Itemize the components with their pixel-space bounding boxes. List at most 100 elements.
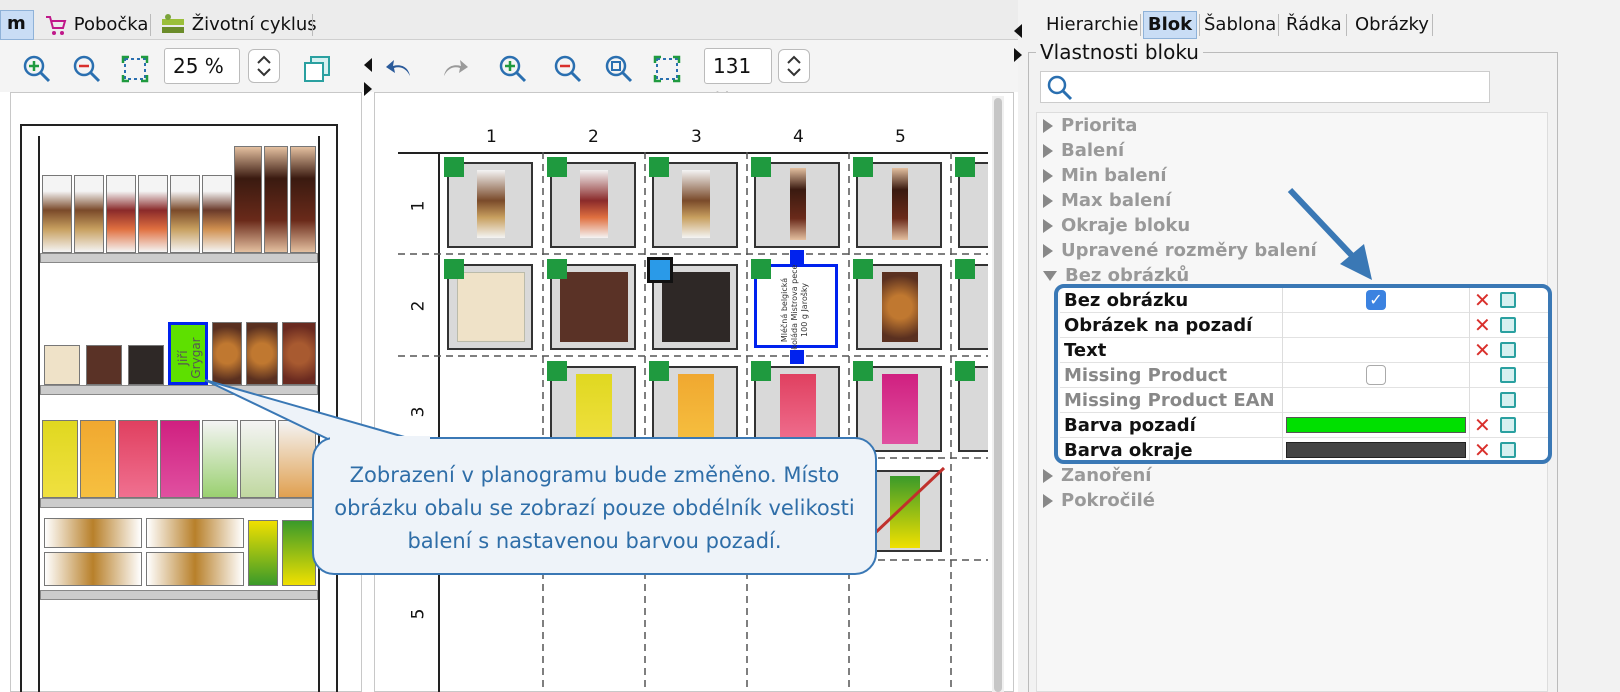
vertical-scrollbar[interactable]	[992, 96, 1004, 692]
selected-block-marker[interactable]	[647, 257, 673, 283]
basket-icon	[46, 16, 67, 35]
product-image[interactable]	[44, 518, 142, 548]
block-marker[interactable]	[444, 157, 464, 177]
block-marker[interactable]	[547, 259, 567, 279]
zoom-out-icon[interactable]	[72, 54, 102, 84]
annotation-arrow	[1287, 187, 1372, 280]
column-number: 3	[691, 127, 702, 147]
product-image[interactable]	[80, 420, 116, 498]
shelf	[40, 590, 318, 600]
group-priorita[interactable]: Priorita	[1043, 113, 1137, 138]
block-marker[interactable]	[751, 157, 771, 177]
center-fit-icon[interactable]	[652, 54, 682, 84]
top-tab-bar	[0, 0, 1035, 40]
block-marker[interactable]	[547, 361, 567, 381]
stepper-arrows-icon	[257, 55, 271, 77]
product-image[interactable]	[146, 552, 244, 586]
product-image[interactable]	[42, 420, 78, 498]
search-icon	[1047, 75, 1073, 101]
group-okraje-bloku[interactable]: Okraje bloku	[1043, 213, 1190, 238]
tab-sablona[interactable]: Šablona	[1204, 12, 1276, 38]
center-zoom-field[interactable]: 131 %	[704, 48, 772, 112]
product-image[interactable]	[146, 518, 244, 548]
group-zanoreni[interactable]: Zanoření	[1043, 463, 1151, 488]
product-image[interactable]	[234, 146, 262, 253]
expand-right-arrow-icon[interactable]	[1014, 48, 1022, 62]
stepper-arrows-icon	[787, 55, 801, 77]
missing-product-strike-icon	[872, 466, 946, 536]
tab-radka[interactable]: Řádka	[1286, 12, 1342, 38]
tab-blok[interactable]: Blok	[1143, 11, 1197, 39]
expand-triangle-icon	[1043, 194, 1053, 208]
block-marker[interactable]	[853, 157, 873, 177]
expand-triangle-icon	[1043, 494, 1053, 508]
center-zoom-out-icon[interactable]	[553, 54, 583, 84]
product-image[interactable]	[160, 420, 200, 498]
expand-triangle-icon	[1043, 144, 1053, 158]
block-marker[interactable]	[853, 259, 873, 279]
block-marker[interactable]	[751, 259, 771, 279]
product-image[interactable]	[138, 175, 168, 253]
copy-layout-icon[interactable]	[302, 54, 332, 84]
block-marker[interactable]	[649, 361, 669, 381]
product-image[interactable]	[44, 345, 80, 385]
group-upravene-rozmery[interactable]: Upravené rozměry balení	[1043, 238, 1317, 263]
product-image[interactable]	[248, 520, 278, 586]
product-image[interactable]	[42, 175, 72, 253]
tab-m[interactable]: m	[0, 10, 34, 40]
undo-icon[interactable]	[384, 54, 414, 84]
expand-triangle-icon	[1043, 169, 1053, 183]
shelf	[40, 498, 318, 508]
product-image[interactable]	[282, 520, 316, 586]
resize-handle-bottom[interactable]	[790, 350, 804, 364]
product-image[interactable]	[128, 345, 164, 385]
block-marker[interactable]	[955, 259, 975, 279]
group-min-baleni[interactable]: Min balení	[1043, 163, 1167, 188]
block-marker[interactable]	[444, 259, 464, 279]
product-image[interactable]	[170, 175, 200, 253]
block-marker[interactable]	[955, 361, 975, 381]
zoom-actual-icon[interactable]	[604, 54, 634, 84]
shelf	[40, 253, 318, 263]
center-zoom-in-icon[interactable]	[498, 54, 528, 84]
info-callout: Zobrazení v planogramu bude změněno. Mís…	[312, 437, 877, 575]
product-image[interactable]	[264, 146, 288, 253]
redo-icon[interactable]	[440, 54, 470, 84]
product-image[interactable]	[44, 552, 142, 586]
group-max-baleni[interactable]: Max balení	[1043, 188, 1171, 213]
column-number: 1	[486, 127, 497, 147]
collapse-right-arrow-icon[interactable]	[1014, 24, 1022, 38]
product-image[interactable]	[74, 175, 104, 253]
expand-triangle-icon	[1043, 119, 1053, 133]
tab-pobocka[interactable]: Pobočka	[44, 12, 148, 38]
tab-zivotni-cyklus[interactable]: Životní cyklus	[160, 12, 317, 38]
expand-left-arrow-icon[interactable]	[364, 82, 372, 96]
block-marker[interactable]	[649, 157, 669, 177]
product-image[interactable]	[86, 345, 122, 385]
group-baleni[interactable]: Balení	[1043, 138, 1124, 163]
lifecycle-icon	[162, 14, 184, 33]
block-marker[interactable]	[547, 157, 567, 177]
zoom-in-icon[interactable]	[22, 54, 52, 84]
expand-triangle-icon	[1043, 219, 1053, 233]
column-number: 4	[793, 127, 804, 147]
collapse-left-arrow-icon[interactable]	[364, 58, 372, 72]
product-image[interactable]	[290, 146, 316, 253]
center-zoom-stepper[interactable]	[778, 49, 810, 83]
expand-triangle-icon	[1043, 244, 1053, 258]
property-search-input[interactable]	[1040, 71, 1490, 103]
resize-handle-top[interactable]	[790, 250, 804, 264]
product-image[interactable]	[106, 175, 136, 253]
fit-to-screen-icon[interactable]	[120, 54, 150, 84]
block-marker[interactable]	[853, 361, 873, 381]
left-zoom-stepper[interactable]	[248, 49, 280, 83]
left-zoom-field[interactable]: 25 %	[164, 48, 240, 84]
product-image[interactable]	[202, 175, 232, 253]
expand-triangle-icon	[1043, 469, 1053, 483]
block-marker[interactable]	[955, 157, 975, 177]
block-marker[interactable]	[751, 361, 771, 381]
tab-hierarchie[interactable]: Hierarchie	[1046, 12, 1138, 38]
group-pokrocile[interactable]: Pokročilé	[1043, 488, 1155, 513]
tab-obrazky[interactable]: Obrázky	[1355, 12, 1429, 38]
product-image[interactable]	[118, 420, 158, 498]
